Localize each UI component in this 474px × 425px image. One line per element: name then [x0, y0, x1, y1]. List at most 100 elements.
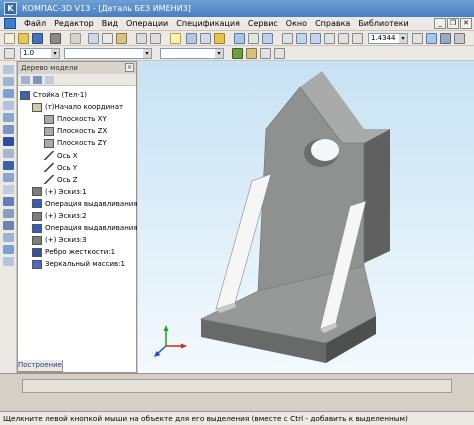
refresh-icon[interactable] — [248, 33, 259, 44]
sheet-metal-icon[interactable] — [3, 113, 14, 122]
menu-item[interactable]: Операции — [122, 17, 172, 31]
tree-item-extrusion[interactable]: Операция выдавливания — [32, 198, 138, 210]
copy-icon[interactable] — [102, 33, 113, 44]
edit-part-icon[interactable] — [3, 65, 14, 74]
menu-item[interactable]: Библиотеки — [354, 17, 412, 31]
chevron-down-icon[interactable]: ▾ — [399, 34, 407, 43]
menu-item[interactable]: Файл — [20, 17, 50, 31]
zoom-combo[interactable]: 1.4344 ▾ — [368, 33, 408, 44]
tree-item-sketch[interactable]: (+) Эскиз:1 — [32, 186, 87, 198]
dimensions-icon[interactable] — [3, 221, 14, 230]
restore-button[interactable]: ❐ — [447, 18, 459, 29]
line-style-icon[interactable] — [4, 48, 15, 59]
tree-item-axis[interactable]: Ось Z — [44, 174, 78, 186]
menu-item[interactable]: Справка — [311, 17, 354, 31]
snap-icon[interactable] — [232, 48, 243, 59]
zoom-dynamic-icon[interactable] — [352, 33, 363, 44]
shaded-icon[interactable] — [440, 33, 451, 44]
chevron-down-icon[interactable]: ▾ — [215, 49, 223, 58]
open-folder-icon[interactable] — [18, 33, 29, 44]
menu-item[interactable]: Сервис — [244, 17, 282, 31]
mirror-icon — [32, 259, 42, 269]
perspective-icon[interactable] — [454, 33, 465, 44]
library-icon[interactable] — [200, 33, 211, 44]
paste-icon[interactable] — [116, 33, 127, 44]
curves-icon[interactable] — [3, 77, 14, 86]
menu-item[interactable]: Редактор — [50, 17, 98, 31]
variables-icon[interactable] — [186, 33, 197, 44]
status-message: Щелкните левой кнопкой мыши на объекте д… — [3, 414, 408, 423]
tree-item-label: Зеркальный массив:1 — [45, 260, 125, 269]
rotate-feature-icon[interactable] — [3, 149, 14, 158]
tab-construction[interactable]: Построение — [17, 360, 63, 372]
pan-icon[interactable] — [338, 33, 349, 44]
auxiliary-geometry-icon[interactable] — [3, 125, 14, 134]
extrusion-icon — [32, 223, 42, 233]
menu-item[interactable]: Спецификация — [172, 17, 244, 31]
tree-item-origin[interactable]: (т)Начало координат — [32, 101, 123, 113]
tree-item-plane[interactable]: Плоскость XY — [44, 113, 107, 125]
specification-icon[interactable] — [3, 197, 14, 206]
tree-item-rib[interactable]: Ребро жесткости:1 — [32, 246, 115, 258]
reports-icon[interactable] — [3, 209, 14, 218]
layer-combo[interactable]: ▾ — [64, 48, 152, 59]
model-viewport[interactable] — [138, 61, 474, 373]
tree-item-sketch[interactable]: (+) Эскиз:2 — [32, 210, 87, 222]
sketch-icon[interactable] — [3, 161, 14, 170]
grid-icon[interactable] — [246, 48, 257, 59]
selection-icon[interactable] — [3, 245, 14, 254]
tree-filter-icon[interactable] — [45, 76, 54, 84]
properties-icon[interactable] — [70, 33, 81, 44]
tree-item-label: (+) Эскиз:2 — [45, 212, 87, 220]
annotations-icon[interactable] — [3, 233, 14, 242]
filter-icon[interactable] — [3, 185, 14, 194]
measure-icon[interactable] — [3, 173, 14, 182]
tree-view-icon[interactable] — [21, 76, 30, 84]
zoom-window-icon[interactable] — [282, 33, 293, 44]
chevron-down-icon[interactable]: ▾ — [51, 49, 59, 58]
fx-icon[interactable] — [214, 33, 225, 44]
tree-order-icon[interactable] — [33, 76, 42, 84]
scale-combo[interactable]: 1.0 ▾ — [20, 48, 60, 59]
part-icon — [20, 90, 30, 100]
tree-item-extrusion[interactable]: Операция выдавливания — [32, 222, 138, 234]
close-button[interactable]: ✕ — [460, 18, 472, 29]
ortho-icon[interactable] — [274, 48, 285, 59]
close-icon[interactable]: × — [125, 63, 134, 72]
tree-item-axis[interactable]: Ось X — [44, 150, 78, 162]
menu-item[interactable]: Окно — [282, 17, 311, 31]
chevron-down-icon[interactable]: ▾ — [143, 49, 151, 58]
tree-item-sketch[interactable]: (+) Эскиз:3 — [32, 234, 87, 246]
tree-toolbar — [18, 74, 136, 86]
tree-item-plane[interactable]: Плоскость ZX — [44, 125, 107, 137]
cut-icon[interactable] — [88, 33, 99, 44]
tree-item-plane[interactable]: Плоскость ZY — [44, 137, 107, 149]
arrays-icon[interactable] — [3, 101, 14, 110]
help-icon[interactable] — [262, 33, 273, 44]
new-document-icon[interactable] — [4, 33, 15, 44]
tree-item-mirror[interactable]: Зеркальный массив:1 — [32, 258, 125, 270]
minimize-button[interactable]: _ — [434, 18, 446, 29]
save-icon[interactable] — [32, 33, 43, 44]
document-icon[interactable] — [4, 18, 16, 29]
style-combo[interactable]: ▾ — [160, 48, 224, 59]
zoom-all-icon[interactable] — [324, 33, 335, 44]
tree-item-axis[interactable]: Ось Y — [44, 162, 77, 174]
manager-icon[interactable] — [170, 33, 181, 44]
orientation-icon[interactable] — [426, 33, 437, 44]
extrude-icon[interactable] — [3, 137, 14, 146]
redo-icon[interactable] — [150, 33, 161, 44]
local-cs-icon[interactable] — [260, 48, 271, 59]
view-manager-icon[interactable] — [234, 33, 245, 44]
diagnostics-icon[interactable] — [3, 257, 14, 266]
tree-panel-header: Дерево модели × — [18, 62, 136, 74]
print-icon[interactable] — [50, 33, 61, 44]
properties-field[interactable] — [22, 379, 452, 393]
surfaces-icon[interactable] — [3, 89, 14, 98]
rotate-icon[interactable] — [412, 33, 423, 44]
undo-icon[interactable] — [136, 33, 147, 44]
zoom-in-icon[interactable] — [296, 33, 307, 44]
zoom-out-icon[interactable] — [310, 33, 321, 44]
tree-item-part[interactable]: Стойка (Тел-1) — [20, 89, 87, 101]
menu-item[interactable]: Вид — [98, 17, 122, 31]
